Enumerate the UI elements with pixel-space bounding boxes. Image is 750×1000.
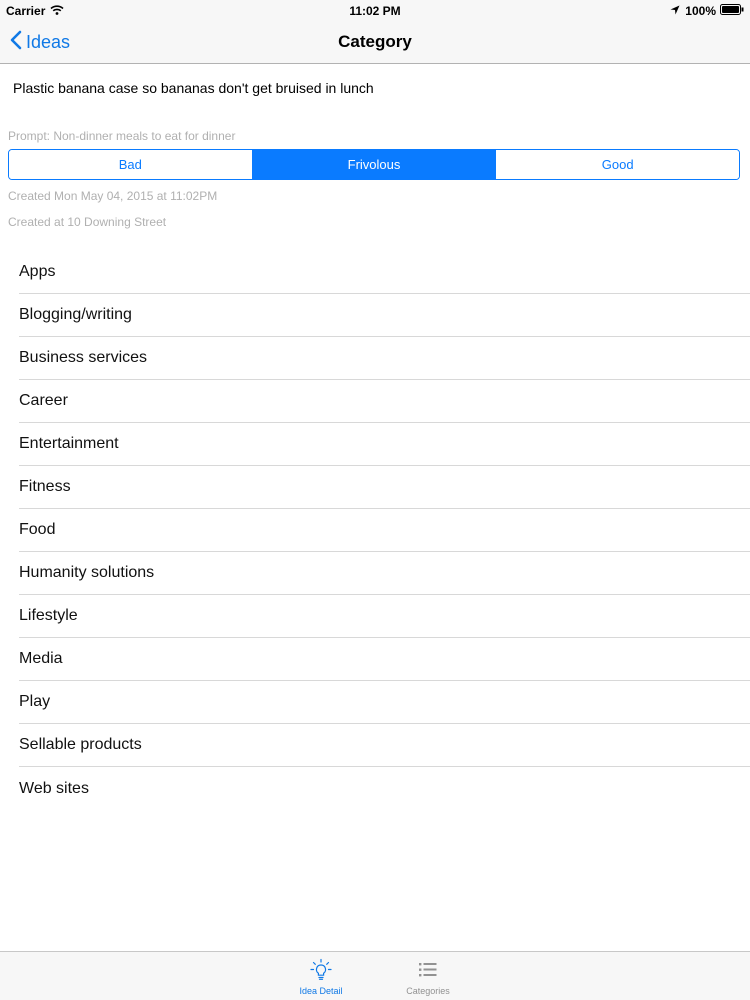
rating-segment-good[interactable]: Good <box>495 150 739 179</box>
category-item[interactable]: Web sites <box>19 767 750 810</box>
category-item[interactable]: Blogging/writing <box>19 294 750 337</box>
list-icon <box>388 958 468 984</box>
category-item[interactable]: Sellable products <box>19 724 750 767</box>
category-list: Apps Blogging/writing Business services … <box>0 251 750 810</box>
screen: Carrier 11:02 PM 100% Ideas Category Pla… <box>0 0 750 1000</box>
tab-idea-detail[interactable]: Idea Detail <box>281 958 361 996</box>
status-right: 100% <box>670 4 744 18</box>
idea-text[interactable]: Plastic banana case so bananas don't get… <box>13 80 374 96</box>
lightbulb-icon <box>281 958 361 984</box>
category-item[interactable]: Play <box>19 681 750 724</box>
rating-segmented-control: Bad Frivolous Good <box>8 149 740 180</box>
tab-idea-detail-label: Idea Detail <box>299 986 343 996</box>
rating-segment-frivolous[interactable]: Frivolous <box>251 150 496 179</box>
category-item[interactable]: Entertainment <box>19 423 750 466</box>
category-item[interactable]: Media <box>19 638 750 681</box>
prompt-text: Prompt: Non-dinner meals to eat for dinn… <box>8 129 236 143</box>
location-arrow-icon <box>670 4 680 18</box>
status-time: 11:02 PM <box>349 4 401 18</box>
category-item[interactable]: Business services <box>19 337 750 380</box>
tab-categories-label: Categories <box>406 986 450 996</box>
tab-categories[interactable]: Categories <box>388 958 468 996</box>
battery-percent: 100% <box>685 4 716 18</box>
category-item[interactable]: Apps <box>19 251 750 294</box>
battery-icon <box>720 4 744 18</box>
rating-segment-bad[interactable]: Bad <box>9 150 252 179</box>
page-title: Category <box>338 32 412 51</box>
status-bar: Carrier 11:02 PM 100% <box>0 0 750 22</box>
tab-bar: Idea Detail Categories <box>0 951 750 1000</box>
navigation-bar: Ideas Category <box>0 22 750 64</box>
category-item[interactable]: Lifestyle <box>19 595 750 638</box>
created-location: Created at 10 Downing Street <box>8 215 167 229</box>
created-date: Created Mon May 04, 2015 at 11:02PM <box>8 189 218 203</box>
category-item[interactable]: Food <box>19 509 750 552</box>
category-item[interactable]: Fitness <box>19 466 750 509</box>
category-item[interactable]: Career <box>19 380 750 423</box>
category-item[interactable]: Humanity solutions <box>19 552 750 595</box>
